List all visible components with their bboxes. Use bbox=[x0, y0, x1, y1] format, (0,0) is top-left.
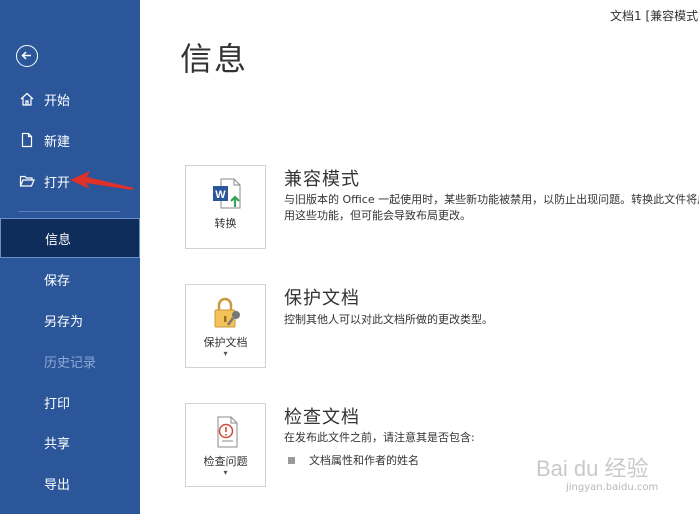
nav-history-label: 历史记录 bbox=[44, 355, 97, 371]
annotation-arrow-icon bbox=[70, 171, 134, 190]
convert-label: 转换 bbox=[214, 217, 237, 230]
check-issues-label: 检查问题 bbox=[203, 455, 248, 468]
word-convert-icon: W bbox=[212, 178, 240, 209]
check-issues-button[interactable]: 检查问题 ▾ bbox=[185, 403, 266, 487]
section-desc-inspect: 在发布此文件之前，请注意其是否包含: bbox=[284, 431, 475, 444]
inspect-document-icon bbox=[217, 416, 237, 448]
watermark-subtitle: jingyan.baidu.com bbox=[566, 482, 659, 493]
nav-info[interactable]: 信息 bbox=[0, 218, 140, 258]
nav-share-label: 共享 bbox=[44, 436, 71, 452]
watermark-text: Bai du 经验 bbox=[536, 456, 649, 481]
back-arrow-icon bbox=[21, 51, 31, 60]
nav-export-label: 导出 bbox=[44, 477, 71, 493]
nav-history: 历史记录 bbox=[0, 344, 140, 378]
nav-share[interactable]: 共享 bbox=[0, 425, 140, 459]
bullet-icon bbox=[288, 456, 295, 464]
section-title-compat: 兼容模式 bbox=[284, 169, 360, 190]
nav-export[interactable]: 导出 bbox=[0, 466, 140, 500]
svg-text:W: W bbox=[215, 189, 226, 201]
section-title-inspect: 检查文档 bbox=[284, 407, 360, 428]
nav-open-label: 打开 bbox=[44, 175, 71, 191]
nav-save-as-label: 另存为 bbox=[44, 314, 84, 330]
protect-document-label: 保护文档 bbox=[203, 336, 248, 349]
section-desc-compat: 与旧版本的 Office 一起使用时，某些新功能被禁用，以防止出现问题。转换此文… bbox=[284, 193, 699, 222]
inspect-bullet-text: 文档属性和作者的姓名 bbox=[309, 454, 419, 467]
nav-new-label: 新建 bbox=[44, 134, 71, 150]
convert-button[interactable]: W 转换 bbox=[185, 165, 266, 249]
inspect-bullet-item: 文档属性和作者的姓名 bbox=[288, 452, 419, 468]
lock-key-icon bbox=[214, 297, 240, 328]
nav-home-label: 开始 bbox=[44, 93, 71, 109]
nav-print-label: 打印 bbox=[44, 396, 71, 412]
dropdown-caret-icon: ▾ bbox=[223, 349, 228, 358]
new-document-icon bbox=[21, 132, 33, 148]
nav-save[interactable]: 保存 bbox=[0, 262, 140, 296]
backstage-sidebar: 开始 新建 打开 信息 保存 另存为 历史记录 打印 共享 导出 bbox=[0, 0, 140, 514]
sidebar-divider bbox=[18, 211, 120, 212]
nav-save-label: 保存 bbox=[44, 273, 71, 289]
nav-print[interactable]: 打印 bbox=[0, 385, 140, 419]
open-folder-icon bbox=[19, 175, 35, 187]
back-button[interactable] bbox=[16, 45, 38, 67]
document-title: 文档1 [兼容模式] bbox=[610, 9, 699, 23]
section-title-protect: 保护文档 bbox=[284, 288, 360, 309]
page-title: 信息 bbox=[180, 40, 249, 78]
protect-document-button[interactable]: 保护文档 ▾ bbox=[185, 284, 266, 368]
home-icon bbox=[20, 92, 34, 106]
section-desc-protect: 控制其他人可以对此文档所做的更改类型。 bbox=[284, 313, 493, 326]
nav-new[interactable]: 新建 bbox=[0, 123, 140, 157]
nav-save-as[interactable]: 另存为 bbox=[0, 303, 140, 337]
nav-home[interactable]: 开始 bbox=[0, 82, 140, 116]
dropdown-caret-icon: ▾ bbox=[223, 468, 228, 477]
nav-info-label: 信息 bbox=[45, 232, 72, 248]
